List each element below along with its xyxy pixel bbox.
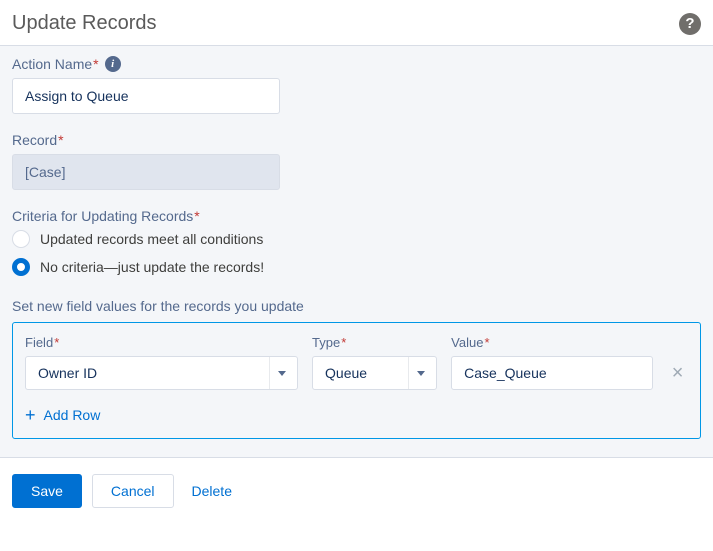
chevron-box [408, 357, 432, 389]
criteria-radio-group: Updated records meet all conditions No c… [12, 230, 701, 276]
action-name-group: Action Name* i [12, 56, 701, 114]
required-mark: * [54, 335, 59, 350]
field-row: Field* Owner ID Type* Queue [25, 335, 688, 390]
required-mark: * [194, 208, 199, 224]
field-col-label-field: Field* [25, 335, 298, 350]
modal-body: Action Name* i Record* Criteria for Upda… [0, 46, 713, 457]
radio-label: Updated records meet all conditions [40, 231, 263, 247]
criteria-option-all-conditions[interactable]: Updated records meet all conditions [12, 230, 701, 248]
required-mark: * [341, 335, 346, 350]
modal-header: Update Records ? [0, 0, 713, 46]
criteria-label: Criteria for Updating Records* [12, 208, 701, 224]
field-select[interactable]: Owner ID [25, 356, 298, 390]
chevron-down-icon [417, 371, 425, 376]
plus-icon: + [25, 406, 36, 424]
field-values-box: Field* Owner ID Type* Queue [12, 322, 701, 439]
required-mark: * [93, 56, 98, 72]
delete-button[interactable]: Delete [184, 474, 240, 508]
type-select-value: Queue [325, 365, 367, 381]
close-icon: × [672, 362, 684, 385]
action-name-label: Action Name* [12, 56, 99, 72]
radio-circle-selected [12, 258, 30, 276]
chevron-box [269, 357, 293, 389]
value-input[interactable] [451, 356, 653, 390]
save-button[interactable]: Save [12, 474, 82, 508]
field-col-label-type: Type* [312, 335, 437, 350]
field-col-type: Type* Queue [312, 335, 437, 390]
field-col-value: Value* [451, 335, 653, 390]
required-mark: * [484, 335, 489, 350]
radio-label: No criteria—just update the records! [40, 259, 264, 275]
field-col-label-value: Value* [451, 335, 653, 350]
info-icon[interactable]: i [105, 56, 121, 72]
action-name-input[interactable] [12, 78, 280, 114]
field-select-value: Owner ID [38, 365, 97, 381]
criteria-group: Criteria for Updating Records* Updated r… [12, 208, 701, 276]
field-col-field: Field* Owner ID [25, 335, 298, 390]
radio-circle [12, 230, 30, 248]
modal-title: Update Records [12, 12, 157, 35]
add-row-label: Add Row [44, 407, 101, 423]
type-select[interactable]: Queue [312, 356, 437, 390]
required-mark: * [58, 132, 63, 148]
record-input [12, 154, 280, 190]
remove-row-button[interactable]: × [667, 356, 688, 390]
record-group: Record* [12, 132, 701, 190]
cancel-button[interactable]: Cancel [92, 474, 174, 508]
chevron-down-icon [278, 371, 286, 376]
action-name-label-row: Action Name* i [12, 56, 701, 72]
field-values-section-label: Set new field values for the records you… [12, 298, 701, 314]
help-icon[interactable]: ? [679, 13, 701, 35]
modal-footer: Save Cancel Delete [0, 457, 713, 524]
record-label: Record* [12, 132, 701, 148]
add-row-button[interactable]: + Add Row [25, 406, 688, 424]
criteria-option-no-criteria[interactable]: No criteria—just update the records! [12, 258, 701, 276]
